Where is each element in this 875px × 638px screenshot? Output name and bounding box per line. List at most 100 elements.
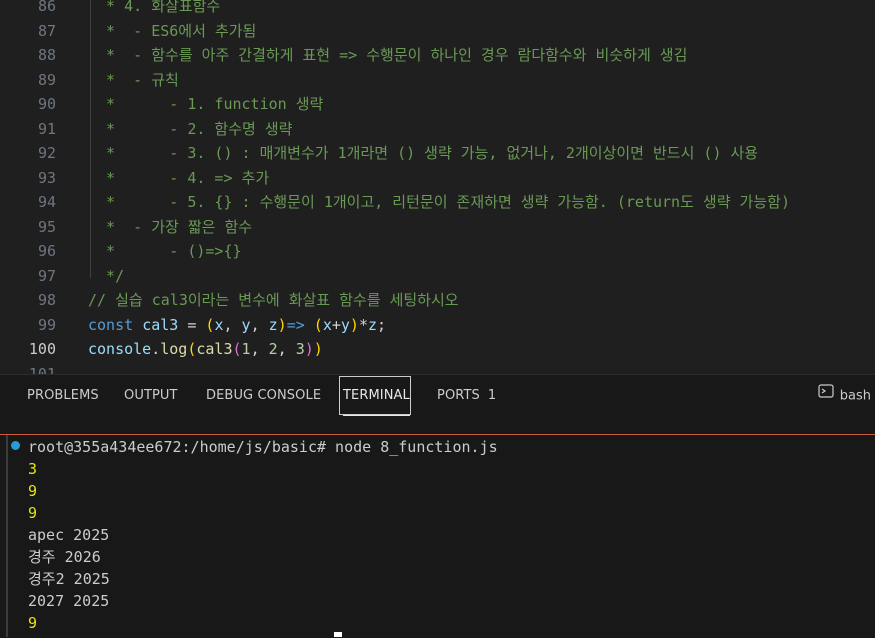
- code-text: * - 3. () : 매개변수가 1개라면 () 생략 가능, 없거나, 2개…: [88, 141, 758, 165]
- code-line[interactable]: 88 * - 함수를 아주 간결하게 표현 => 수행문이 하나인 경우 람다함…: [0, 43, 875, 67]
- line-number: 93: [37, 168, 56, 187]
- terminal-output-line: 9: [28, 504, 38, 522]
- code-text: * - ES6에서 추가됨: [88, 19, 256, 43]
- panel-tab-bar: PROBLEMS OUTPUT DEBUG CONSOLE TERMINAL P…: [0, 374, 875, 417]
- code-line[interactable]: 91 * - 2. 함수명 생략: [0, 117, 875, 141]
- code-line[interactable]: 100 console.log(cal3(1, 2, 3)): [0, 337, 875, 361]
- code-token: cal3: [196, 340, 233, 358]
- shell-label: bash: [839, 388, 871, 404]
- code-token: (: [313, 315, 323, 334]
- code-token: *: [358, 315, 368, 334]
- code-token: * - 규칙: [88, 70, 179, 89]
- code-line[interactable]: 101: [0, 362, 875, 375]
- code-token: const: [88, 315, 143, 334]
- code-text: const cal3 = (x, y, z)=> (x+y)*z;: [88, 313, 386, 337]
- line-number: 94: [37, 193, 56, 211]
- terminal-left-rule: [6, 435, 8, 637]
- code-text: * - 4. => 추가: [88, 166, 269, 190]
- code-token: .: [151, 340, 161, 358]
- code-text: console.log(cal3(1, 2, 3)): [88, 337, 323, 361]
- code-line[interactable]: 94 * - 5. {} : 수행문이 1개이고, 리턴문이 존재하면 생략 가…: [0, 190, 875, 214]
- code-token: * - 함수를 아주 간결하게 표현 => 수행문이 하나인 경우 람다함수와 …: [88, 46, 688, 64]
- code-line[interactable]: 87 * - ES6에서 추가됨: [0, 19, 875, 43]
- code-text: * - 5. {} : 수행문이 1개이고, 리턴문이 존재하면 생략 가능함.…: [88, 190, 790, 214]
- tab-problems[interactable]: PROBLEMS: [27, 375, 99, 417]
- code-text: // 실습 cal3이라는 변수에 화살표 함수를 세팅하시오: [88, 288, 459, 312]
- code-token: ,: [223, 315, 242, 334]
- code-token: * - ES6에서 추가됨: [88, 21, 257, 40]
- ports-count-badge: 1: [487, 388, 497, 403]
- tab-output[interactable]: OUTPUT: [124, 375, 178, 417]
- terminal-output-line: 3: [28, 460, 38, 478]
- terminal-icon: [818, 375, 834, 417]
- code-token: ,: [250, 340, 269, 358]
- code-line[interactable]: 96 * - ()=>{}: [0, 239, 875, 263]
- code-editor[interactable]: 86 * 4. 화살표함수 87 * - ES6에서 추가됨 88 * - 함수를 …: [0, 0, 875, 374]
- code-token: ,: [250, 315, 269, 334]
- terminal-output-line: 9: [28, 482, 38, 500]
- terminal-output-line: 2027 2025: [28, 592, 110, 610]
- terminal-output-line: 9: [28, 614, 38, 632]
- code-line[interactable]: 95 * - 가장 짧은 함수: [0, 215, 875, 239]
- line-number: 100: [28, 340, 56, 358]
- code-line[interactable]: 86 * 4. 화살표함수: [0, 0, 875, 18]
- tab-terminal[interactable]: TERMINAL: [343, 375, 410, 416]
- line-number: 95: [37, 217, 56, 236]
- code-line[interactable]: 93 * - 4. => 추가: [0, 166, 875, 190]
- code-text: * - 함수를 아주 간결하게 표현 => 수행문이 하나인 경우 람다함수와 …: [88, 43, 687, 67]
- line-number: 98: [37, 291, 56, 309]
- code-token: ): [304, 340, 314, 358]
- tab-ports-label: PORTS: [437, 388, 480, 403]
- code-token: z: [268, 315, 278, 334]
- code-token: =>: [286, 315, 305, 334]
- code-text: * - 가장 짧은 함수: [88, 215, 252, 239]
- code-text: * - 1. function 생략: [88, 92, 323, 116]
- code-token: 2: [268, 340, 278, 358]
- code-text: */: [88, 264, 124, 288]
- line-number: 91: [37, 119, 56, 138]
- code-line[interactable]: 92 * - 3. () : 매개변수가 1개라면 () 생략 가능, 없거나,…: [0, 141, 875, 165]
- line-number: 87: [37, 21, 56, 40]
- code-line[interactable]: 90 * - 1. function 생략: [0, 92, 875, 116]
- code-token: */: [88, 266, 125, 285]
- command-status-dot-icon[interactable]: [11, 441, 20, 450]
- code-token: * - 5. {} : 수행문이 1개이고, 리턴문이 존재하면 생략 가능함.…: [88, 193, 790, 211]
- code-token: log: [160, 340, 188, 358]
- terminal-shell-selector[interactable]: bash: [818, 375, 871, 417]
- code-text: * - 2. 함수명 생략: [88, 117, 292, 141]
- code-text: * 4. 화살표함수: [88, 0, 220, 18]
- code-token: cal3: [142, 315, 179, 334]
- code-token: ): [313, 340, 323, 358]
- terminal-prompt-line: root@355a434ee672:/home/js/basic# node 8…: [28, 438, 498, 456]
- code-line[interactable]: 99 const cal3 = (x, y, z)=> (x+y)*z;: [0, 313, 875, 337]
- terminal-panel[interactable]: [0, 434, 875, 638]
- code-token: 3: [295, 340, 305, 358]
- code-line[interactable]: 97 */: [0, 264, 875, 288]
- code-token: +: [331, 315, 341, 334]
- line-number: 86: [37, 0, 56, 15]
- line-number: 96: [37, 242, 56, 260]
- code-token: ,: [277, 340, 296, 358]
- code-token: * - 1. function 생략: [88, 95, 324, 113]
- line-number: 101: [28, 364, 56, 375]
- tab-debug-console[interactable]: DEBUG CONSOLE: [206, 375, 321, 417]
- tab-ports[interactable]: PORTS 1: [437, 375, 496, 417]
- code-token: 1: [241, 340, 251, 358]
- code-token: ): [349, 315, 359, 334]
- code-token: x: [322, 315, 332, 334]
- code-line[interactable]: 98 // 실습 cal3이라는 변수에 화살표 함수를 세팅하시오: [0, 288, 875, 312]
- line-number: 89: [37, 70, 56, 89]
- code-text: * - ()=>{}: [88, 239, 241, 263]
- code-text: * - 규칙: [88, 68, 179, 92]
- terminal-output-line: 경주2 2025: [28, 570, 110, 588]
- line-number: 90: [37, 95, 56, 113]
- panel-spacer: [0, 416, 875, 434]
- code-token: * - 2. 함수명 생략: [88, 119, 293, 138]
- code-token: ;: [377, 315, 387, 334]
- code-token: z: [367, 315, 377, 334]
- code-token: * - 3. () : 매개변수가 1개라면 () 생략 가능, 없거나, 2개…: [88, 144, 759, 162]
- code-token: console: [88, 340, 152, 358]
- line-number: 88: [37, 46, 56, 64]
- code-line[interactable]: 89 * - 규칙: [0, 68, 875, 92]
